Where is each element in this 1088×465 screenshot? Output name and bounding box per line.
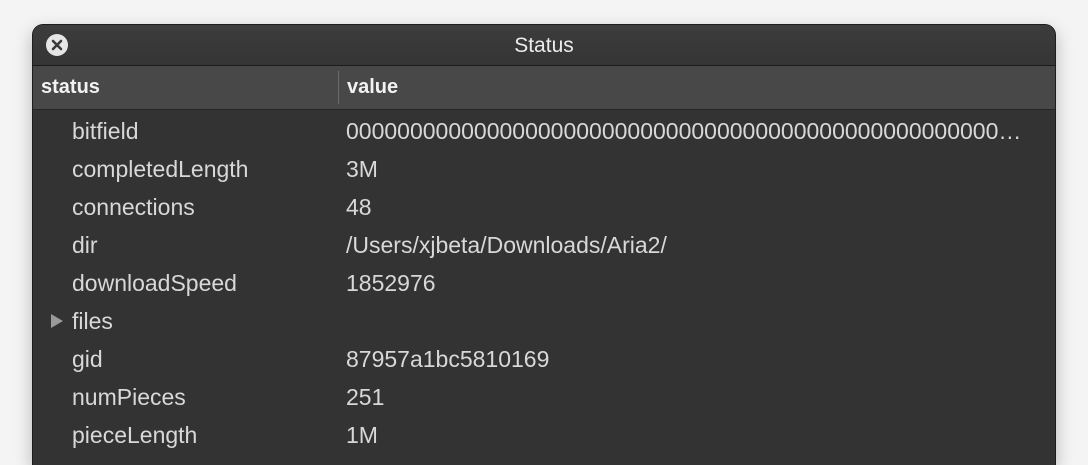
row-value: 1852976 (346, 270, 436, 296)
title-bar[interactable]: Status (33, 25, 1055, 65)
table-row[interactable]: connections 48 (33, 188, 1055, 226)
window-title: Status (514, 34, 574, 57)
table-header: status value (33, 65, 1055, 110)
table-row[interactable]: completedLength 3M (33, 150, 1055, 188)
row-value: /Users/xjbeta/Downloads/Aria2/ (346, 232, 667, 258)
row-value: 48 (346, 194, 372, 220)
row-value: 251 (346, 384, 385, 410)
column-divider[interactable] (338, 71, 339, 104)
row-key: downloadSpeed (72, 270, 237, 296)
row-value: 87957a1bc5810169 (346, 346, 550, 372)
row-key: pieceLength (72, 422, 198, 448)
row-key: numPieces (72, 384, 186, 410)
row-key: completedLength (72, 156, 249, 182)
row-value: 0000000000000000000000000000000000000000… (346, 118, 1032, 144)
table-row[interactable]: downloadSpeed 1852976 (33, 264, 1055, 302)
table-row[interactable]: gid 87957a1bc5810169 (33, 340, 1055, 378)
column-header-value[interactable]: value (347, 66, 1047, 109)
table-row[interactable]: bitfield 0000000000000000000000000000000… (33, 112, 1055, 150)
table-row[interactable]: dir /Users/xjbeta/Downloads/Aria2/ (33, 226, 1055, 264)
row-key: gid (72, 346, 103, 372)
row-value: 3M (346, 156, 378, 182)
row-key: dir (72, 232, 98, 258)
outline-view: bitfield 0000000000000000000000000000000… (33, 112, 1055, 454)
row-value: 1M (346, 422, 378, 448)
row-key: bitfield (72, 118, 139, 144)
row-key: files (72, 308, 113, 334)
column-header-status[interactable]: status (41, 66, 331, 109)
table-row[interactable]: pieceLength 1M (33, 416, 1055, 454)
row-key: connections (72, 194, 195, 220)
table-row-files[interactable]: files (33, 302, 1055, 340)
status-window: Status status value bitfield 00000000000… (33, 25, 1055, 465)
disclosure-triangle-icon[interactable] (51, 314, 63, 328)
table-row[interactable]: numPieces 251 (33, 378, 1055, 416)
